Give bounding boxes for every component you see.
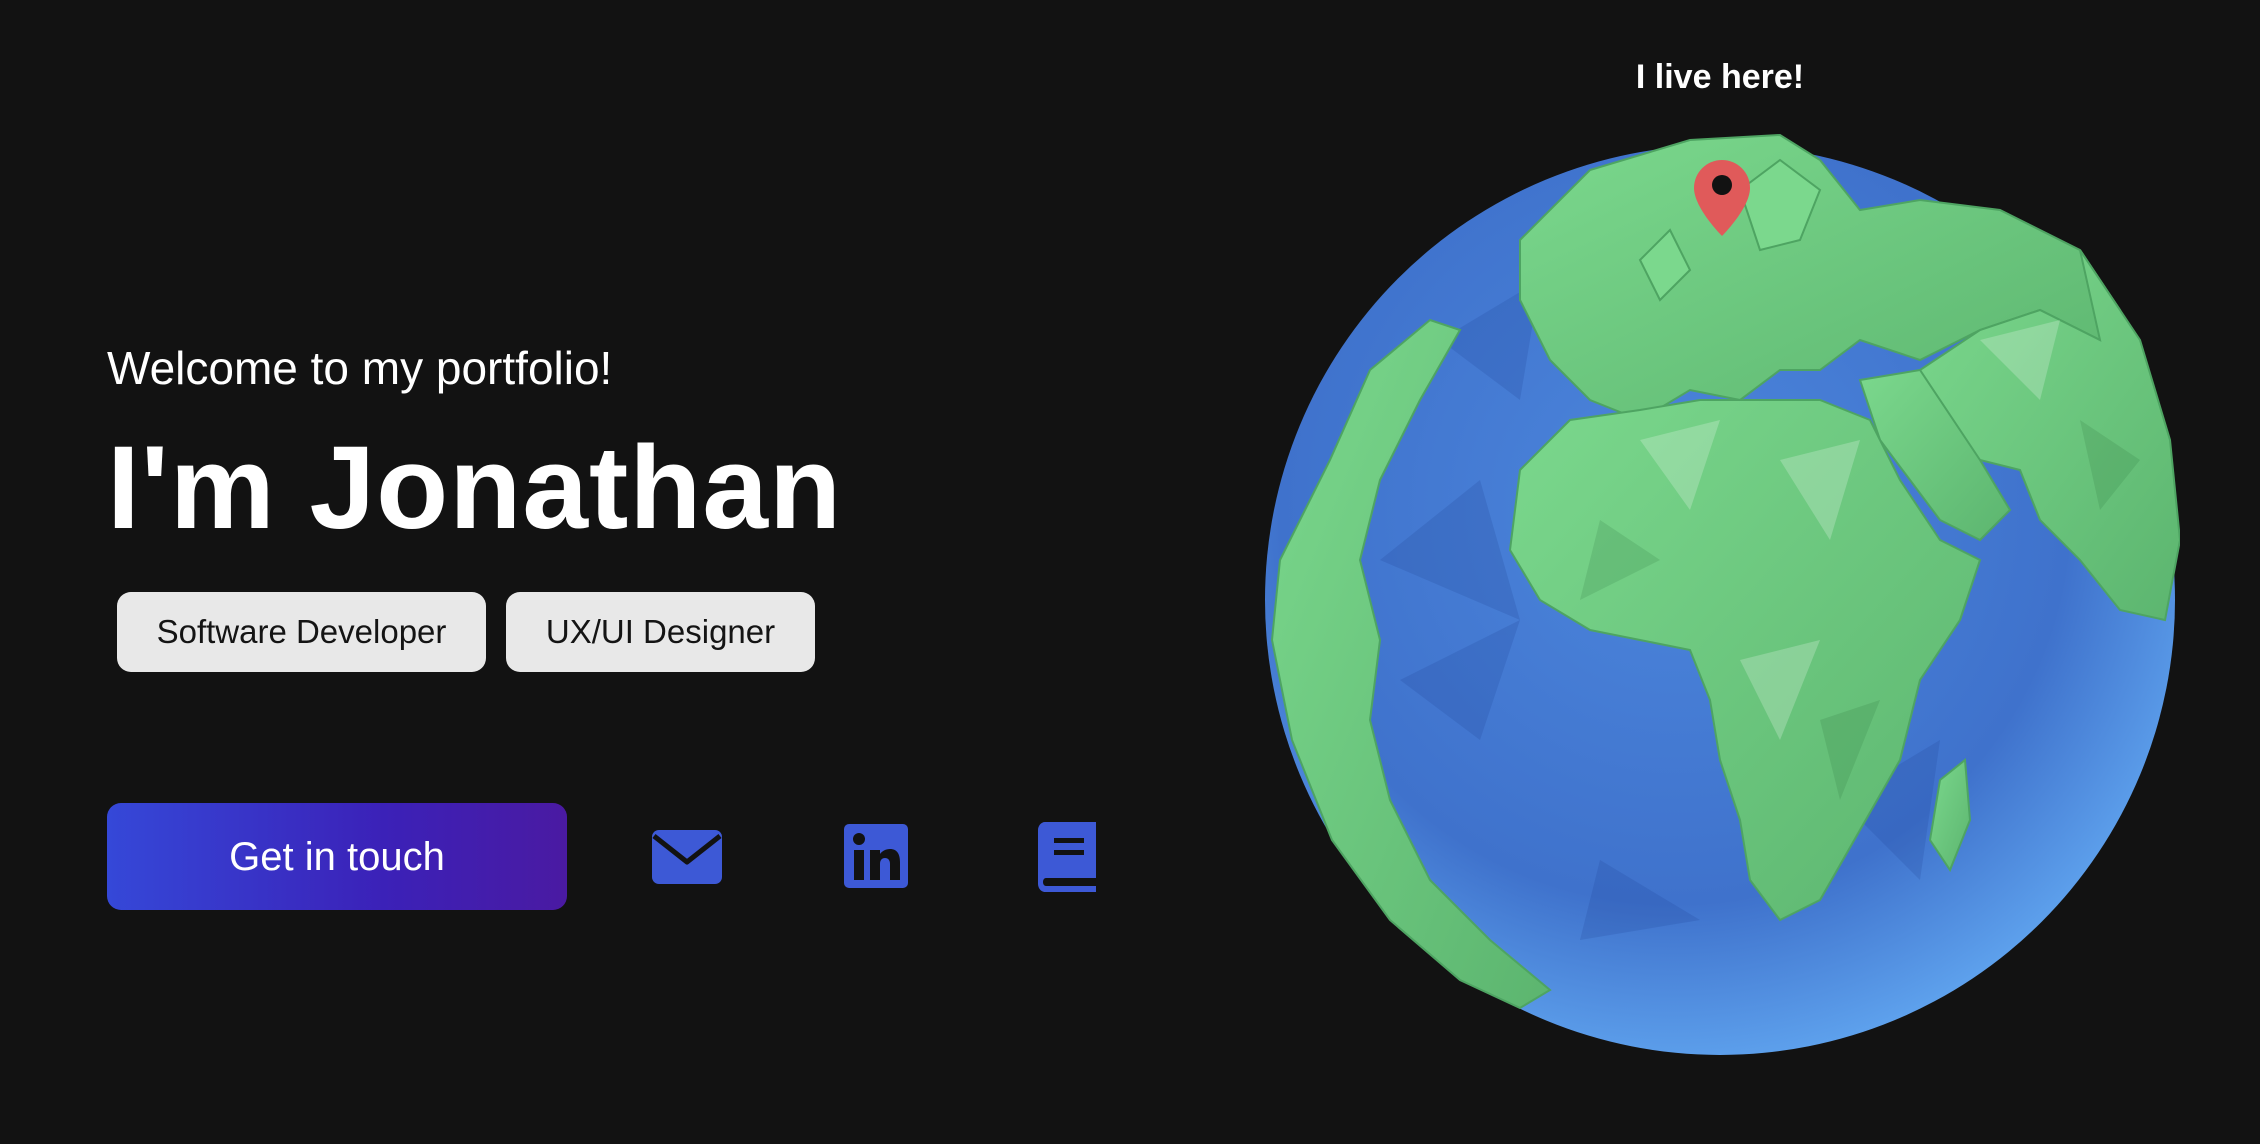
tag-ux-ui-designer: UX/UI Designer [506, 592, 815, 672]
welcome-text: Welcome to my portfolio! [107, 342, 613, 394]
tag-software-developer: Software Developer [117, 592, 486, 672]
globe-pin-label: I live here! [1635, 58, 1805, 96]
linkedin-icon[interactable] [840, 820, 914, 894]
blog-book-icon[interactable] [1030, 820, 1104, 894]
hero-name-heading: I'm Jonathan [107, 422, 843, 554]
globe-3d[interactable] [1220, 40, 2182, 1080]
mail-icon[interactable] [650, 820, 724, 894]
get-in-touch-button[interactable]: Get in touch [107, 803, 567, 910]
portfolio-hero: Welcome to my portfolio! I'm Jonathan So… [0, 0, 2260, 1144]
